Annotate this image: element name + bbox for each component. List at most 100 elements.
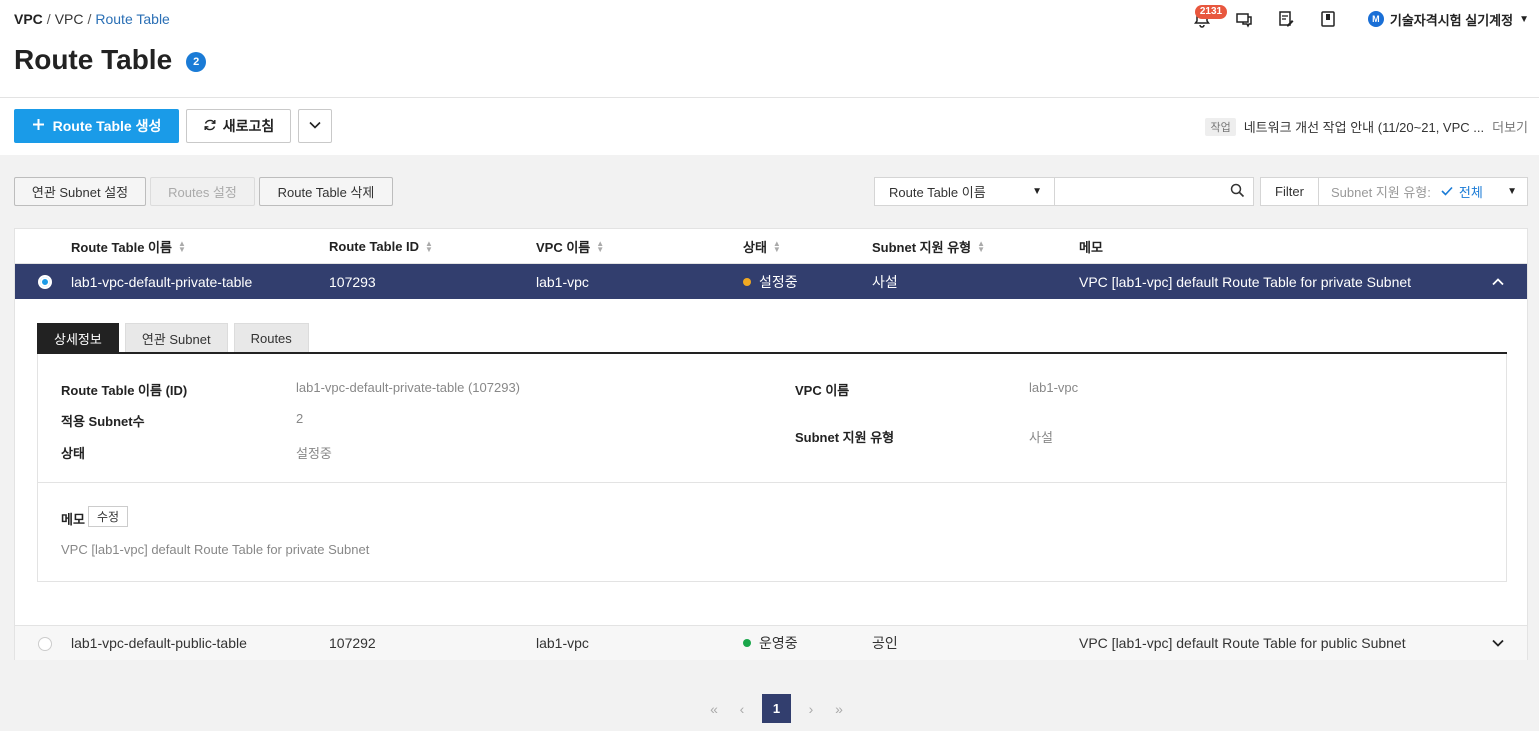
sort-icon: ▲ ▼ [596,238,605,254]
label-status: 상태 [61,446,85,461]
value-vpc-name: lab1-vpc [1029,380,1079,395]
sort-icon: ▲ ▼ [977,238,986,254]
sort-icon: ▲ ▼ [425,238,433,254]
route-table-list: Route Table 이름 ▲ ▼ Route Table ID ▲ ▼ VPC … [14,228,1528,660]
refresh-button[interactable]: 새로고침 [186,109,291,143]
edit-note-icon[interactable] [1276,9,1296,29]
refresh-icon [203,118,217,135]
more-actions-button[interactable] [298,109,332,143]
column-header-vpc[interactable]: VPC 이름 ▲ ▼ [536,229,604,264]
search-box [1054,177,1254,206]
column-label: 메모 [1079,240,1103,255]
memo-edit-button[interactable]: 수정 [88,506,129,527]
table-row[interactable]: lab1-vpc-default-private-table 107293 la… [15,264,1527,299]
routes-setting-button[interactable]: Routes 설정 [150,177,255,206]
breadcrumb-vpc[interactable]: VPC [55,11,84,27]
filter-control[interactable]: Filter Subnet 지원 유형: 전체 ▼ [1260,177,1528,206]
status-text: 운영중 [759,635,798,651]
info-divider [38,482,1506,483]
value-subnet-count: 2 [296,411,304,426]
chevron-down-icon[interactable] [1491,626,1505,660]
detail-tabs: 상세정보 연관 Subnet Routes [37,323,309,352]
tab-detail[interactable]: 상세정보 [37,323,119,352]
column-header-name[interactable]: Route Table 이름 ▲ ▼ [71,229,186,264]
label-vpc-name: VPC 이름 [795,383,850,398]
header-divider [0,97,1539,98]
value-name-id: lab1-vpc-default-private-table (107293) [296,380,521,395]
account-avatar: M [1367,11,1384,27]
sort-icon: ▲ ▼ [772,238,781,254]
book-icon[interactable] [1318,9,1338,29]
column-label: VPC 이름 [536,240,591,255]
search-icon[interactable] [1230,183,1245,201]
chevron-up-icon[interactable] [1491,264,1505,299]
page-title: Route Table [14,44,173,75]
detail-panel: 상세정보 연관 Subnet Routes Route Table 이름 (ID… [15,299,1527,625]
cell-vpc: lab1-vpc [536,635,589,651]
search-field-select[interactable]: Route Table 이름 ▼ [874,177,1055,206]
chat-icon[interactable] [1234,9,1254,29]
breadcrumb-separator: / [87,11,92,27]
row-radio[interactable] [38,275,52,289]
assoc-subnet-button[interactable]: 연관 Subnet 설정 [14,177,146,206]
bell-icon[interactable]: 2131 [1192,5,1228,29]
breadcrumb-root[interactable]: VPC [14,11,43,27]
column-header-subnet-type[interactable]: Subnet 지원 유형 ▲ ▼ [872,229,985,264]
plus-icon [32,118,45,134]
notice-banner[interactable]: 작업 네트워크 개선 작업 안내 (11/20~21, VPC ... 더보기 [1205,117,1528,136]
cell-subnet-type: 사설 [872,273,898,290]
cell-status: 운영중 [743,626,798,660]
cell-memo: VPC [lab1-vpc] default Route Table for p… [1079,273,1412,290]
cell-status: 설정중 [743,264,798,299]
refresh-button-label: 새로고침 [222,118,275,134]
top-icon-bar: 2131 M 기술자격시험 실기계정 ▼ [1192,5,1529,32]
check-icon [1441,184,1453,199]
column-label: 상태 [743,240,767,255]
column-label: Route Table ID [329,239,420,254]
value-status: 설정중 [296,446,332,461]
first-page-icon[interactable]: « [706,694,722,723]
breadcrumb-separator: / [46,11,51,27]
tab-routes[interactable]: Routes [233,323,309,352]
row-radio[interactable] [38,637,52,651]
table-header: Route Table 이름 ▲ ▼ Route Table ID ▲ ▼ VPC … [15,229,1527,264]
search-field-value: Route Table 이름 [889,185,986,200]
column-header-id[interactable]: Route Table ID ▲ ▼ [329,229,433,264]
sort-icon: ▲ ▼ [177,238,186,254]
create-route-table-button[interactable]: Route Table 생성 [14,109,179,143]
notice-more-link[interactable]: 더보기 [1492,117,1528,136]
cell-subnet-type: 공인 [872,635,898,651]
last-page-icon[interactable]: » [831,694,847,723]
column-header-status[interactable]: 상태 ▲ ▼ [743,229,781,264]
notice-text[interactable]: 네트워크 개선 작업 안내 (11/20~21, VPC ... [1244,117,1484,136]
page-header: VPC / VPC / Route Table Route Table 2 21… [0,0,1539,155]
breadcrumb-current[interactable]: Route Table [95,11,169,27]
table-row[interactable]: lab1-vpc-default-public-table 107292 lab… [15,625,1527,660]
search-input[interactable] [1055,178,1225,205]
cell-id: 107292 [329,635,376,651]
page-number-current[interactable]: 1 [762,694,791,723]
cell-id: 107293 [329,273,376,290]
filter-value: 전체 [1458,185,1483,200]
caret-down-icon: ▼ [1032,186,1042,197]
value-memo: VPC [lab1-vpc] default Route Table for p… [61,542,370,557]
cell-vpc: lab1-vpc [536,273,589,290]
tab-assoc-subnet[interactable]: 연관 Subnet [124,323,228,352]
delete-route-table-button[interactable]: Route Table 삭제 [259,177,393,206]
caret-down-icon: ▼ [1519,13,1529,25]
account-menu[interactable]: M 기술자격시험 실기계정 ▼ [1367,10,1529,29]
label-name-id: Route Table 이름 (ID) [61,383,188,398]
filter-key: Subnet 지원 유형: [1331,185,1431,200]
next-page-icon[interactable]: › [803,694,819,723]
caret-down-icon[interactable]: ▼ [1507,186,1517,197]
breadcrumb: VPC / VPC / Route Table [14,11,170,27]
label-memo: 메모 [61,512,85,527]
cell-name: lab1-vpc-default-private-table [71,273,253,290]
account-name: 기술자격시험 실기계정 [1389,12,1514,28]
chevron-down-icon [308,118,322,135]
value-subnet-type: 사설 [1029,430,1053,445]
filter-label[interactable]: Filter [1261,178,1319,205]
status-dot [743,639,751,647]
column-label: Route Table 이름 [71,240,172,255]
prev-page-icon[interactable]: ‹ [734,694,750,723]
